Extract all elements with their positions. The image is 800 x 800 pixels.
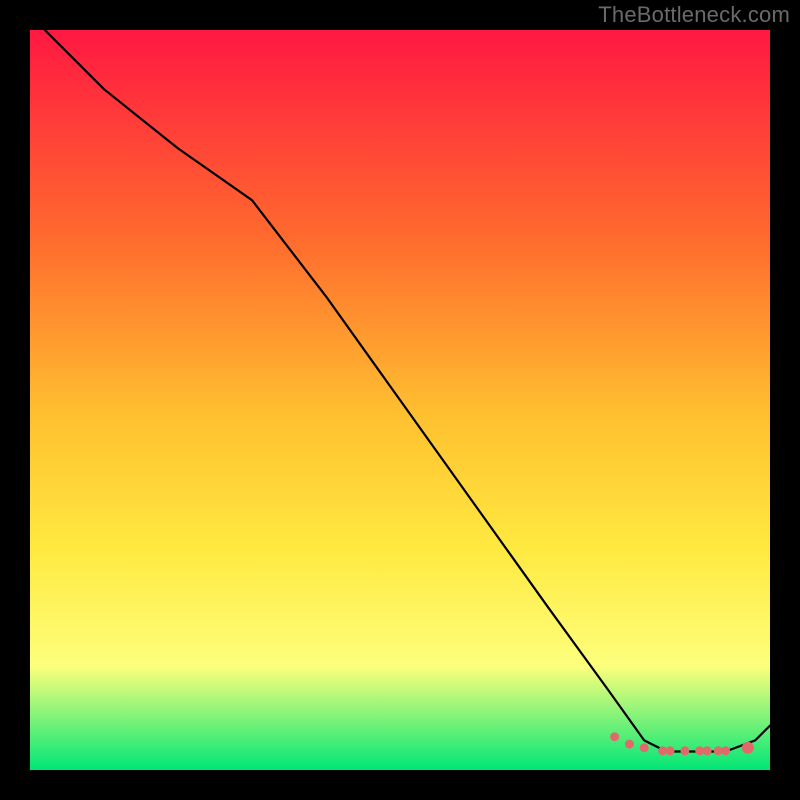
data-marker <box>680 746 689 755</box>
data-marker <box>703 746 712 755</box>
data-marker <box>610 732 619 741</box>
data-marker <box>742 742 754 754</box>
watermark-text: TheBottleneck.com <box>598 2 790 28</box>
chart-frame: TheBottleneck.com <box>0 0 800 800</box>
data-marker <box>625 740 634 749</box>
chart-svg <box>30 30 770 770</box>
data-marker <box>640 743 649 752</box>
data-marker <box>721 746 730 755</box>
plot-area <box>30 30 770 770</box>
data-marker <box>666 746 675 755</box>
